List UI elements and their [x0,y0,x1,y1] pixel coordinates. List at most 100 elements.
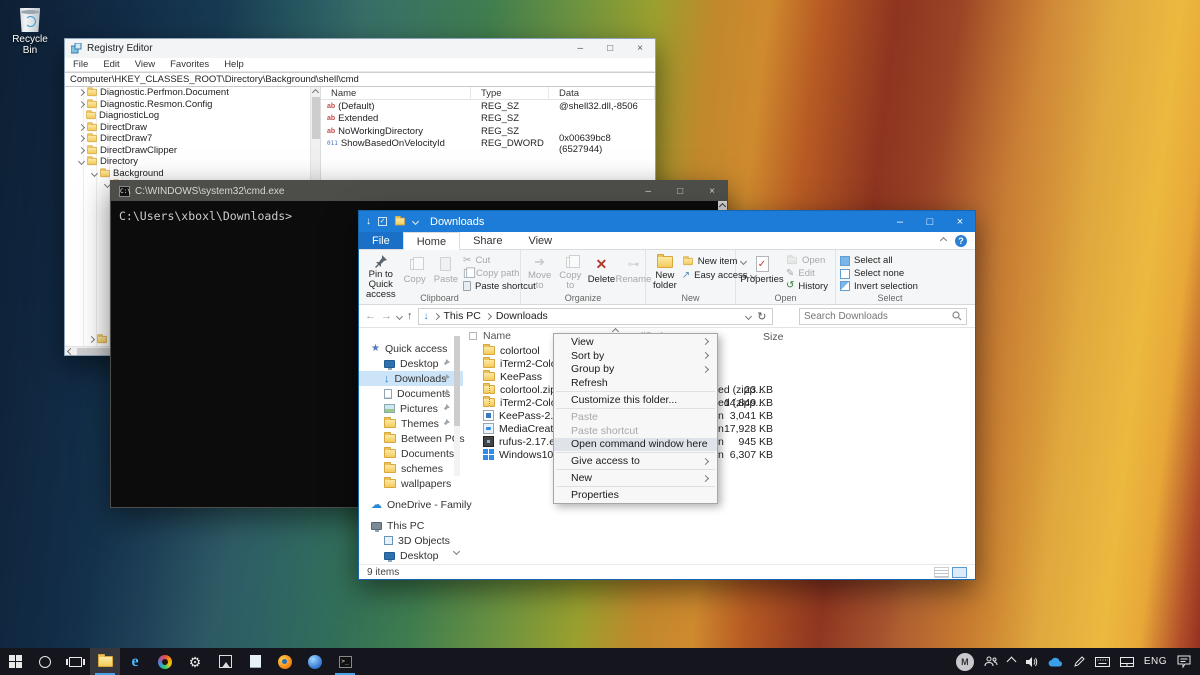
select-none-button[interactable]: Select none [840,268,918,280]
file-row[interactable]: iTerm2-Color-Sch... ed (zipp... 14,849 KB [463,396,975,409]
context-menu-item-refresh[interactable]: Refresh [554,376,717,390]
close-button[interactable]: × [637,43,643,54]
tab-file[interactable]: File [359,232,403,249]
nav-quick-access[interactable]: ★ Quick access [359,341,463,356]
minimize-button[interactable]: – [646,186,652,197]
tray-people-button[interactable] [979,648,1003,675]
menu-file[interactable]: File [73,59,88,70]
address-bar[interactable]: ↓ This PC Downloads ↻ [417,307,773,325]
tree-item[interactable]: DiagnosticLog [65,110,320,122]
tray-onedrive[interactable] [1043,648,1068,675]
nav-schemes[interactable]: schemes [359,461,463,476]
select-all-checkbox[interactable] [469,332,477,340]
collapse-icon[interactable] [77,158,86,166]
scrollbar-thumb[interactable] [312,97,320,139]
nav-documents[interactable]: Documents [359,386,463,401]
minimize-button[interactable]: – [885,216,915,228]
qat-folder-icon[interactable] [394,215,406,226]
close-button[interactable]: × [709,186,715,197]
nav-between-pcs[interactable]: Between PCs [359,431,465,446]
registry-address-bar[interactable]: Computer\HKEY_CLASSES_ROOT\Directory\Bac… [65,72,655,87]
tab-home[interactable]: Home [402,232,461,250]
rename-button[interactable]: ⊶ Rename [615,253,651,292]
tray-volume[interactable] [1020,648,1043,675]
context-menu-item-view[interactable]: View [554,335,717,349]
close-button[interactable]: × [945,216,975,228]
file-row[interactable]: colortool [463,344,975,357]
taskbar-file-explorer[interactable] [90,648,120,675]
taskbar-edge[interactable]: e [120,648,150,675]
file-row[interactable]: Windows10Upgrad... n 6,307 KB [463,448,975,461]
nav-documents-folder[interactable]: Documents [359,446,463,461]
tree-item[interactable]: Directory [65,156,320,168]
edit-button[interactable]: ✎ Edit [786,268,828,280]
nav-onedrive[interactable]: ☁ OneDrive - Family [359,497,472,512]
task-view-button[interactable] [60,648,90,675]
tab-view[interactable]: View [515,232,565,249]
taskbar-firefox[interactable] [270,648,300,675]
new-folder-button[interactable]: New folder [650,253,680,292]
address-dropdown-icon[interactable] [745,312,753,320]
taskbar-photos[interactable] [210,648,240,675]
nav-desktop[interactable]: Desktop [359,356,463,371]
nav-themes[interactable]: Themes [359,416,463,431]
column-header-data[interactable]: Data [549,87,655,99]
forward-button[interactable]: → [381,310,392,322]
tab-share[interactable]: Share [460,232,515,249]
taskbar-app-blue[interactable] [300,648,330,675]
expand-icon[interactable] [77,89,86,97]
tray-keyboard[interactable] [1090,648,1115,675]
nav-pictures[interactable]: Pictures [359,401,463,416]
maximize-button[interactable]: □ [915,216,945,228]
search-input[interactable] [804,310,952,322]
expand-icon[interactable] [77,135,86,143]
recycle-bin-shortcut[interactable]: Recycle Bin [4,8,56,56]
expand-icon[interactable] [77,100,86,108]
tree-item[interactable]: Diagnostic.Resmon.Config [65,99,320,111]
invert-selection-button[interactable]: Invert selection [840,280,918,292]
taskbar-notepad[interactable] [240,648,270,675]
column-header-name[interactable]: Name [321,87,471,99]
menu-help[interactable]: Help [224,59,244,70]
nav-scrollbar[interactable] [454,336,460,476]
tray-touchpad[interactable] [1115,648,1139,675]
minimize-button[interactable]: – [578,43,584,54]
context-menu-item-paste[interactable]: Paste [554,410,717,424]
breadcrumb-downloads[interactable]: Downloads [496,310,548,322]
tray-language-indicator[interactable]: ENG [1139,648,1172,675]
file-row[interactable]: KeePass [463,370,975,383]
nav-3d-objects[interactable]: 3D Objects [359,533,463,548]
move-to-button[interactable]: ➔ Move to [525,253,554,292]
expand-icon[interactable] [77,146,86,154]
tree-item[interactable]: DirectDrawClipper [65,145,320,157]
nav-wallpapers[interactable]: wallpapers [359,476,463,491]
breadcrumb-this-pc[interactable]: This PC [444,310,481,322]
context-menu-item-customize[interactable]: Customize this folder... [554,393,717,407]
help-icon[interactable]: ? [955,234,967,247]
qat-customize-chevron-icon[interactable] [411,217,420,226]
column-header-type[interactable]: Type [471,87,549,99]
tree-item[interactable]: DirectDraw [65,122,320,134]
delete-button[interactable]: ✕ Delete [586,253,616,292]
context-menu-item-new[interactable]: New [554,471,717,485]
context-menu-item-give-access[interactable]: Give access to [554,454,717,468]
context-menu-item-properties[interactable]: Properties [554,488,717,502]
minimize-ribbon-icon[interactable] [939,236,948,245]
expand-icon[interactable] [77,123,86,131]
pin-to-quick-access-button[interactable]: Pin to Quick access [363,253,399,300]
tray-action-center[interactable] [1172,648,1196,675]
nav-desktop-pc[interactable]: Desktop [359,548,463,563]
tray-pen[interactable] [1068,648,1090,675]
scrollbar-thumb[interactable] [454,336,460,426]
search-box[interactable] [799,307,967,325]
expand-icon[interactable] [87,335,96,343]
menu-edit[interactable]: Edit [103,59,119,70]
menu-favorites[interactable]: Favorites [170,59,209,70]
file-row[interactable]: rufus-2.17.exe n 945 KB [463,435,975,448]
column-header-size[interactable]: Size [763,331,783,343]
context-menu-item-group-by[interactable]: Group by [554,363,717,377]
maximize-button[interactable]: □ [677,186,683,197]
file-row[interactable]: iTerm2-Color-Sch... [463,357,975,370]
properties-button[interactable]: ✓ Properties [740,253,784,292]
maximize-button[interactable]: □ [607,43,613,54]
